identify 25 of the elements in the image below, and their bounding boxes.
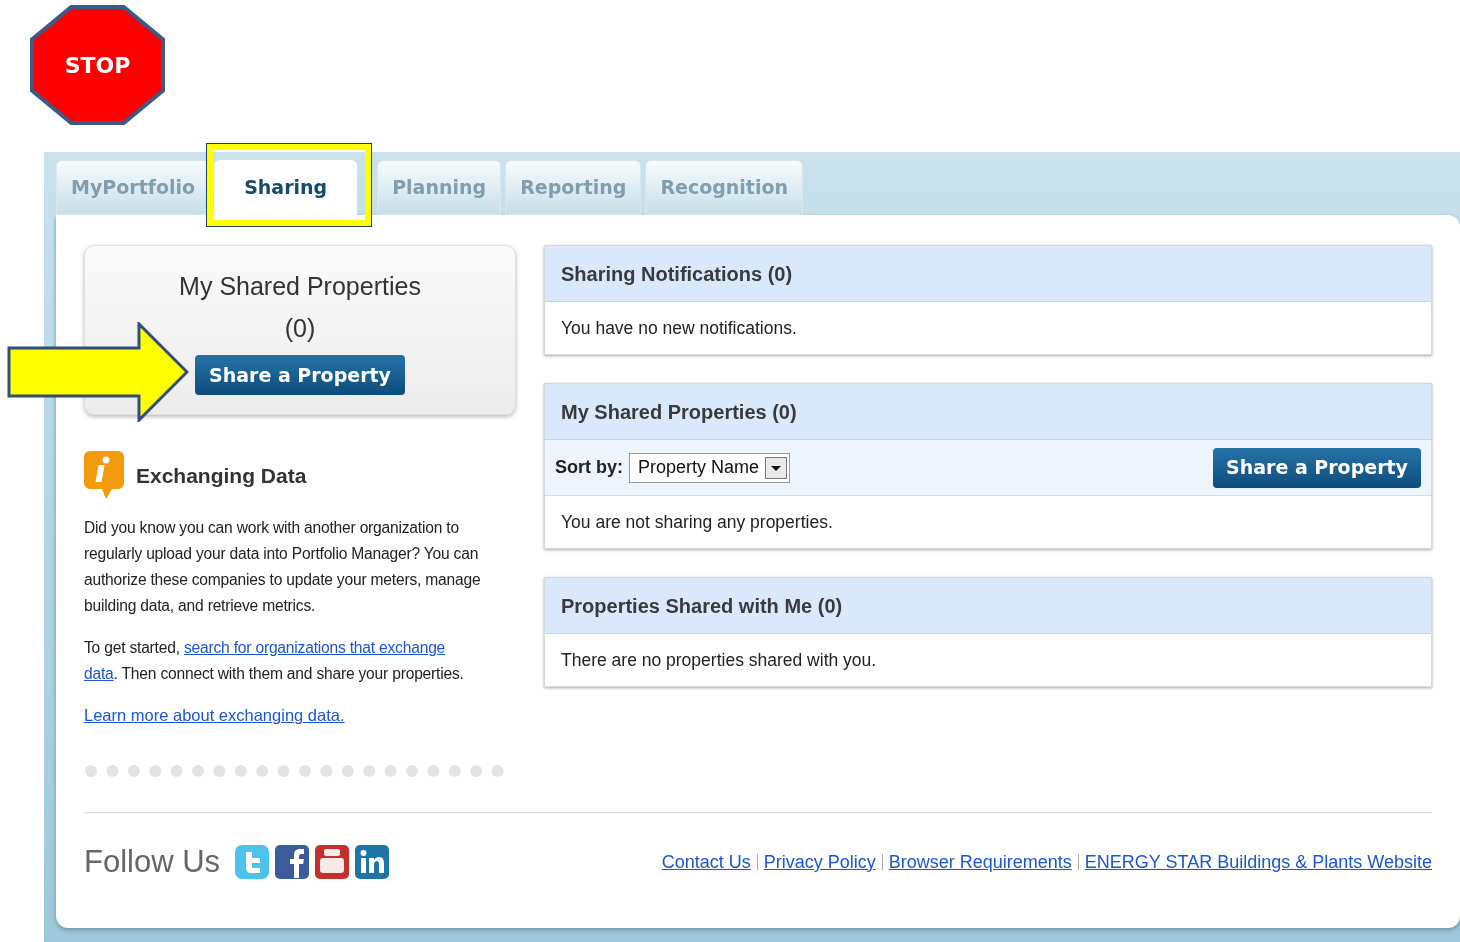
learn-more-link[interactable]: Learn more about exchanging data. bbox=[84, 703, 345, 728]
footer-link[interactable]: Contact Us bbox=[661, 848, 751, 876]
info-paragraph: To get started, search for organizations that exchange data. Then connect with them and share your properties. bbox=[84, 638, 465, 684]
search-link[interactable]: search for organizations that exchange bbox=[183, 639, 446, 656]
footer-link[interactable]: Privacy Policy bbox=[763, 848, 876, 876]
search-link[interactable]: data bbox=[84, 665, 114, 682]
panel-message: You are not sharing any properties. bbox=[561, 510, 833, 534]
panel-title: Sharing Notifications (0) bbox=[561, 261, 793, 287]
panel-title: Properties Shared with Me (0) bbox=[561, 593, 843, 619]
footer-link[interactable]: ENERGY STAR Buildings & Plants Website bbox=[1084, 848, 1432, 876]
panel-message: You have no new notifications. bbox=[561, 316, 797, 340]
sort-label: Sort by: bbox=[555, 456, 623, 479]
info-paragraph: Did you know you can work with another organization to regularly upload your data into Portfolio Manager? You can authorize these companies to update your meters, manage building data, and retrieve metrics. bbox=[84, 518, 482, 616]
panel-title: My Shared Properties (0) bbox=[561, 399, 797, 425]
stop-sign: STOP bbox=[30, 5, 165, 125]
sort-dropdown[interactable]: Property Name bbox=[629, 452, 791, 483]
info-title: Exchanging Data bbox=[136, 463, 307, 490]
share-property-button[interactable]: Share a Property bbox=[195, 355, 405, 395]
nav-tab[interactable]: Sharing bbox=[214, 160, 358, 215]
follow-label: Follow Us bbox=[84, 843, 221, 881]
panel-message: There are no properties shared with you. bbox=[561, 648, 877, 672]
property-count: (0) bbox=[284, 312, 316, 344]
share-property-button[interactable]: Share a Property bbox=[1213, 447, 1421, 488]
footer-link[interactable]: Browser Requirements bbox=[888, 848, 1072, 876]
card-title: My Shared Properties bbox=[179, 271, 421, 302]
